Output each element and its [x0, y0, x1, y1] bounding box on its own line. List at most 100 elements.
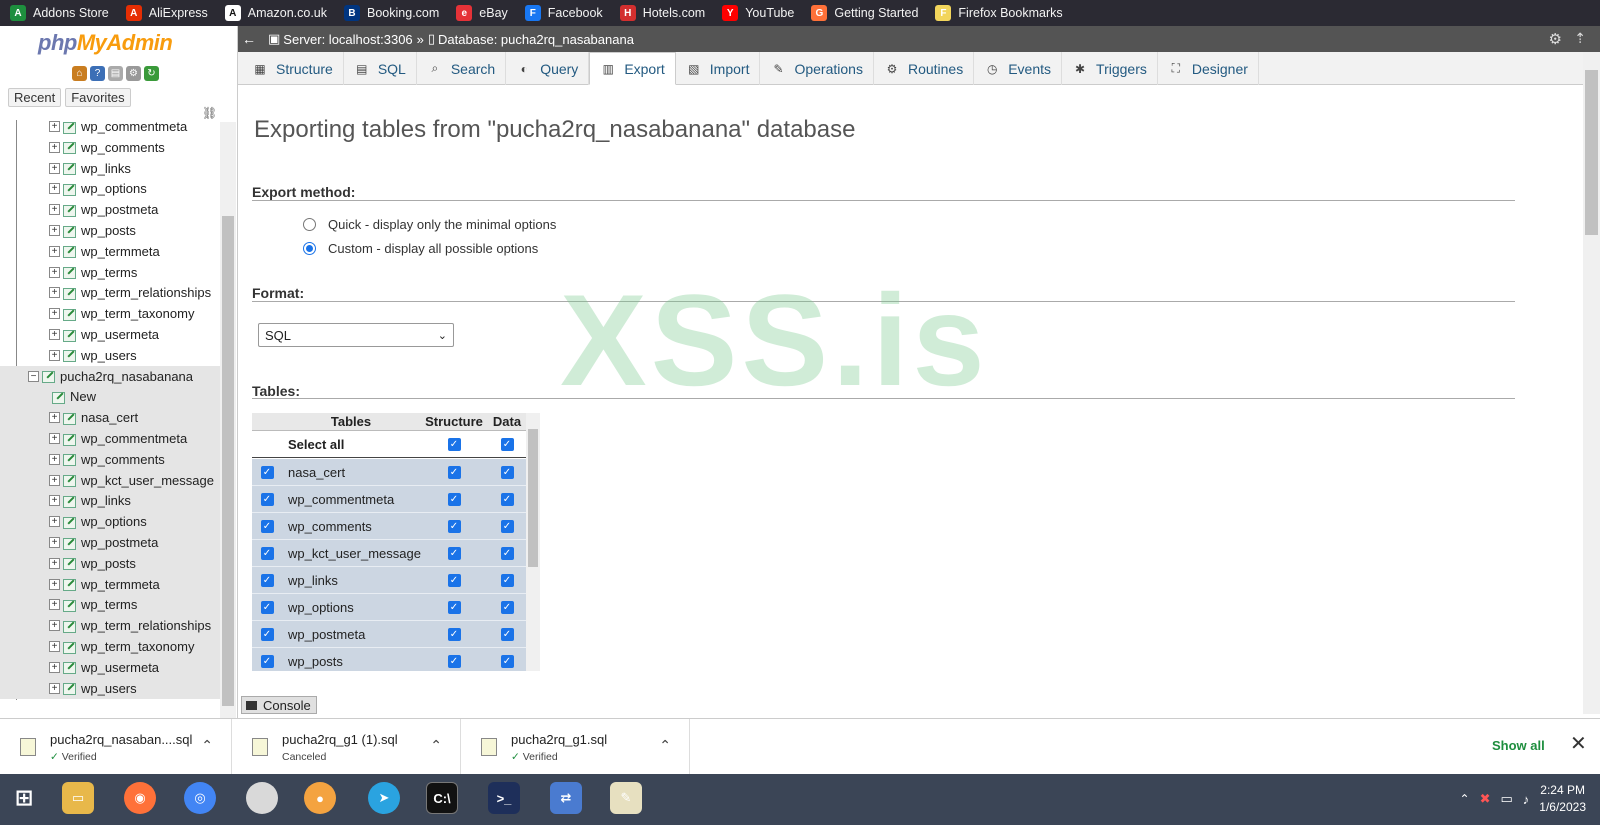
tree-table-item[interactable]: + wp_termmeta — [0, 241, 220, 262]
volume-icon[interactable]: ♪ — [1523, 792, 1530, 807]
tree-table-item[interactable]: + wp_options — [0, 511, 220, 533]
close-icon[interactable]: ✕ — [1570, 731, 1587, 756]
network-tool-taskbar-icon[interactable]: ⇄ — [550, 782, 582, 814]
tree-database-item[interactable]: − pucha2rq_nasabanana — [0, 365, 220, 387]
expand-icon[interactable]: + — [49, 287, 60, 299]
link-icon[interactable]: ⛓ — [202, 106, 217, 120]
tree-table-item[interactable]: + wp_users — [0, 345, 220, 366]
reload-icon[interactable]: ↻ — [144, 66, 159, 81]
bookmark-addons-store[interactable]: A Addons Store — [10, 5, 109, 21]
tree-table-item[interactable]: + wp_users — [0, 677, 220, 699]
tree-table-item[interactable]: + wp_term_relationships — [0, 282, 220, 303]
expand-icon[interactable]: + — [49, 641, 60, 652]
chevron-up-icon[interactable]: ⌃ — [201, 737, 213, 754]
expand-icon[interactable]: + — [49, 141, 60, 153]
tab-designer[interactable]: ⛶ Designer — [1158, 52, 1259, 85]
notepad-taskbar-icon[interactable]: ✎ — [610, 782, 642, 814]
radio-custom[interactable] — [303, 242, 316, 255]
tree-table-item[interactable]: + wp_options — [0, 178, 220, 199]
favorites-link[interactable]: Favorites — [65, 88, 131, 107]
tables-scrollbar-thumb[interactable] — [528, 429, 538, 567]
tree-table-item[interactable]: + wp_term_taxonomy — [0, 303, 220, 324]
method-custom-option[interactable]: Custom - display all possible options — [303, 241, 538, 256]
expand-icon[interactable]: + — [49, 245, 60, 257]
tree-table-item[interactable]: + wp_links — [0, 490, 220, 512]
expand-icon[interactable]: + — [49, 578, 60, 590]
tree-table-item[interactable]: + wp_comments — [0, 137, 220, 158]
expand-icon[interactable]: + — [49, 266, 60, 278]
breadcrumb-server[interactable]: Server: localhost:3306 — [283, 32, 412, 47]
expand-icon[interactable]: + — [49, 412, 60, 424]
tree-table-item[interactable]: + wp_posts — [0, 552, 220, 574]
main-scrollbar-thumb[interactable] — [1585, 70, 1598, 235]
expand-icon[interactable]: + — [49, 349, 60, 361]
tree-table-item[interactable]: + wp_terms — [0, 594, 220, 616]
tree-table-item[interactable]: + wp_postmeta — [0, 199, 220, 220]
data-checkbox[interactable]: ✓ — [500, 465, 514, 479]
select-all-data-checkbox[interactable]: ✓ — [500, 437, 514, 451]
structure-checkbox[interactable]: ✓ — [447, 600, 461, 614]
docs-icon[interactable]: ▤ — [108, 66, 123, 81]
tree-table-item[interactable]: + wp_terms — [0, 262, 220, 283]
expand-icon[interactable]: + — [49, 620, 60, 632]
data-checkbox[interactable]: ✓ — [500, 546, 514, 560]
expand-icon[interactable]: + — [49, 516, 60, 528]
chrome-taskbar-icon[interactable]: ◎ — [184, 782, 216, 814]
tree-table-item[interactable]: + wp_commentmeta — [0, 428, 220, 449]
tree-table-item[interactable]: + wp_posts — [0, 220, 220, 241]
tray-up-icon[interactable]: ⌃ — [1460, 792, 1470, 806]
structure-checkbox[interactable]: ✓ — [447, 546, 461, 560]
structure-checkbox[interactable]: ✓ — [447, 627, 461, 641]
data-checkbox[interactable]: ✓ — [500, 627, 514, 641]
tree-table-item[interactable]: + wp_term_relationships — [0, 615, 220, 637]
tree-table-item[interactable]: + wp_comments — [0, 448, 220, 470]
home-icon[interactable]: ⌂ — [72, 66, 87, 81]
tree-table-item[interactable]: + wp_commentmeta — [0, 120, 220, 137]
tab-export[interactable]: ▥ Export — [589, 52, 676, 85]
data-checkbox[interactable]: ✓ — [500, 654, 514, 668]
network-off-icon[interactable]: ✖ — [1480, 791, 1491, 807]
expand-icon[interactable]: + — [49, 433, 60, 444]
bookmark-facebook[interactable]: F Facebook — [524, 5, 603, 21]
tab-import[interactable]: ▧ Import — [676, 52, 761, 85]
method-quick-option[interactable]: Quick - display only the minimal options — [303, 217, 556, 232]
gear-icon[interactable]: ⚙ — [1549, 30, 1562, 48]
back-arrow-icon[interactable]: ← — [238, 31, 260, 47]
tree-new-item[interactable]: New — [0, 386, 220, 408]
bookmark-folder[interactable]: F Firefox Bookmarks — [935, 5, 1063, 21]
expand-icon[interactable]: + — [49, 225, 60, 236]
expand-icon[interactable]: + — [49, 661, 60, 673]
expand-icon[interactable]: + — [49, 329, 60, 340]
chevron-up-icon[interactable]: ⌃ — [659, 737, 671, 754]
tab-sql[interactable]: ▤ SQL — [344, 52, 417, 85]
bookmark-booking[interactable]: B Booking.com — [344, 5, 439, 21]
cmd-taskbar-icon[interactable]: C:\ — [426, 782, 458, 814]
structure-checkbox[interactable]: ✓ — [447, 492, 461, 506]
format-select[interactable]: SQL ⌄ — [258, 323, 454, 347]
expand-icon[interactable]: + — [49, 599, 60, 611]
tree-table-item[interactable]: + wp_termmeta — [0, 573, 220, 595]
console-tab[interactable]: Console — [241, 696, 317, 714]
expand-icon[interactable]: + — [49, 121, 60, 132]
tab-events[interactable]: ◷ Events — [974, 52, 1063, 85]
help-icon[interactable]: ? — [90, 66, 105, 81]
tree-table-item[interactable]: + wp_postmeta — [0, 532, 220, 553]
data-checkbox[interactable]: ✓ — [500, 519, 514, 533]
tab-triggers[interactable]: ✱ Triggers — [1062, 52, 1158, 85]
expand-icon[interactable]: + — [49, 557, 60, 569]
bookmark-youtube[interactable]: Y YouTube — [722, 5, 794, 21]
tree-table-item[interactable]: + wp_term_taxonomy — [0, 636, 220, 657]
tab-routines[interactable]: ⚙ Routines — [874, 52, 975, 85]
radio-quick[interactable] — [303, 218, 316, 231]
powershell-taskbar-icon[interactable]: >_ — [488, 782, 520, 814]
tree-table-item[interactable]: + wp_links — [0, 158, 220, 179]
tree-table-item[interactable]: + nasa_cert — [0, 407, 220, 429]
table-select-checkbox[interactable]: ✓ — [260, 546, 274, 560]
tab-query[interactable]: ◐ Query — [506, 52, 590, 85]
select-all-structure-checkbox[interactable]: ✓ — [447, 437, 461, 451]
collapse-icon[interactable]: − — [28, 370, 39, 382]
clock[interactable]: 2:24 PM 1/6/2023 — [1539, 782, 1586, 816]
breadcrumb-database[interactable]: Database: pucha2rq_nasabanana — [438, 32, 634, 47]
settings-icon[interactable]: ⚙ — [126, 66, 141, 81]
expand-icon[interactable]: + — [49, 453, 60, 465]
